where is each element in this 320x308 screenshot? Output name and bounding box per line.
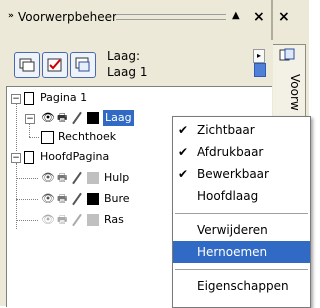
tree-row-page1[interactable]: − Pagina 1 [7,89,272,107]
rectangle-icon [41,131,54,144]
menu-item-properties[interactable]: Eigenschappen [173,275,310,297]
menu-item-label: Afdrukbaar [197,145,264,159]
close-docker-icon[interactable]: × [278,9,290,25]
menu-item-label: Zichtbaar [197,123,255,137]
title-divider [271,0,273,40]
close-icon[interactable]: × [253,9,265,25]
page-icon [24,92,34,105]
active-layer-label: Laag: [107,49,141,63]
menu-item-master-layer[interactable]: Hoofdlaag [173,185,310,207]
checkmark-icon: ✔ [177,145,189,159]
tree-label-page1: Pagina 1 [40,91,88,104]
pencil-icon[interactable] [72,213,82,227]
layer-context-menu: ✔ Zichtbaar ✔ Afdrukbaar ✔ Bewerkbaar Ho… [172,116,311,308]
active-layer-name: Laag 1 [107,65,148,79]
title-grip[interactable] [116,14,226,20]
check-layers-icon [47,58,62,72]
tree-label-layer[interactable]: Laag [103,110,134,126]
menu-separator [175,213,308,214]
checkmark-icon: ✔ [177,167,189,181]
layer-view-icon [75,57,90,72]
tree-label-desktop: Bure [104,192,130,205]
menu-item-label: Bewerkbaar [197,167,269,181]
tree-label-rectangle: Rechthoek [58,130,117,143]
desktop-color-swatch[interactable] [87,193,99,205]
docker-titlebar[interactable]: » Voorwerpbeheer ▲ × × [0,0,309,40]
scroll-indicator[interactable] [254,63,266,77]
edit-across-layers-button[interactable] [42,52,68,78]
menu-item-label: Verwijderen [197,223,268,237]
tab-label: Voorw [288,74,302,111]
menu-item-label: Eigenschappen [197,279,289,293]
object-manager-tab-icon [279,48,295,61]
tree-label-masterpage: HoofdPagina [40,150,110,163]
visible-eye-icon[interactable]: 👁 [41,211,55,229]
menu-item-label: Hoofdlaag [197,189,259,203]
layer-manager-view-button[interactable] [70,52,96,78]
object-manager-docker: » Voorwerpbeheer ▲ × × Voorw Laag: Laag … [0,0,311,308]
visible-eye-icon[interactable]: 👁 [41,169,55,187]
tree-label-grid: Ras [104,213,124,226]
visible-eye-icon[interactable]: 👁 [41,109,55,127]
tree-label-guides: Hulp [104,171,130,184]
menu-item-rename[interactable]: Hernoemen [173,241,310,263]
menu-item-visible[interactable]: ✔ Zichtbaar [173,119,310,141]
docker-menu-arrow-icon[interactable]: ▲ [232,10,240,21]
visible-eye-icon[interactable]: 👁 [41,190,55,208]
printer-icon[interactable]: 🖶 [57,211,67,229]
menu-item-printable[interactable]: ✔ Afdrukbaar [173,141,310,163]
printer-icon[interactable]: 🖶 [57,109,67,127]
grid-color-swatch[interactable] [87,214,99,226]
menu-item-label: Hernoemen [197,245,268,259]
docker-toolbar: Laag: Laag 1 [12,42,262,84]
layers-icon [19,58,35,72]
expander-masterpage-icon[interactable]: − [11,153,21,163]
menu-separator [175,269,308,270]
guides-color-swatch[interactable] [87,172,99,184]
docker-title: Voorwerpbeheer [18,10,117,24]
pencil-icon[interactable] [72,171,82,185]
flyout-menu-button[interactable]: ▸ [253,49,265,63]
printer-icon[interactable]: 🖶 [57,190,67,208]
checkmark-icon: ✔ [177,123,189,137]
show-properties-button[interactable] [14,52,40,78]
menu-item-delete[interactable]: Verwijderen [173,219,310,241]
layer-color-swatch[interactable] [87,112,99,124]
pencil-icon[interactable] [72,192,82,206]
menu-item-editable[interactable]: ✔ Bewerkbaar [173,163,310,185]
printer-icon[interactable]: 🖶 [57,169,67,187]
expander-layer-icon[interactable]: − [25,114,35,124]
master-page-icon [24,151,34,164]
expand-arrows-icon[interactable]: » [8,11,14,21]
pencil-icon[interactable] [72,111,82,125]
